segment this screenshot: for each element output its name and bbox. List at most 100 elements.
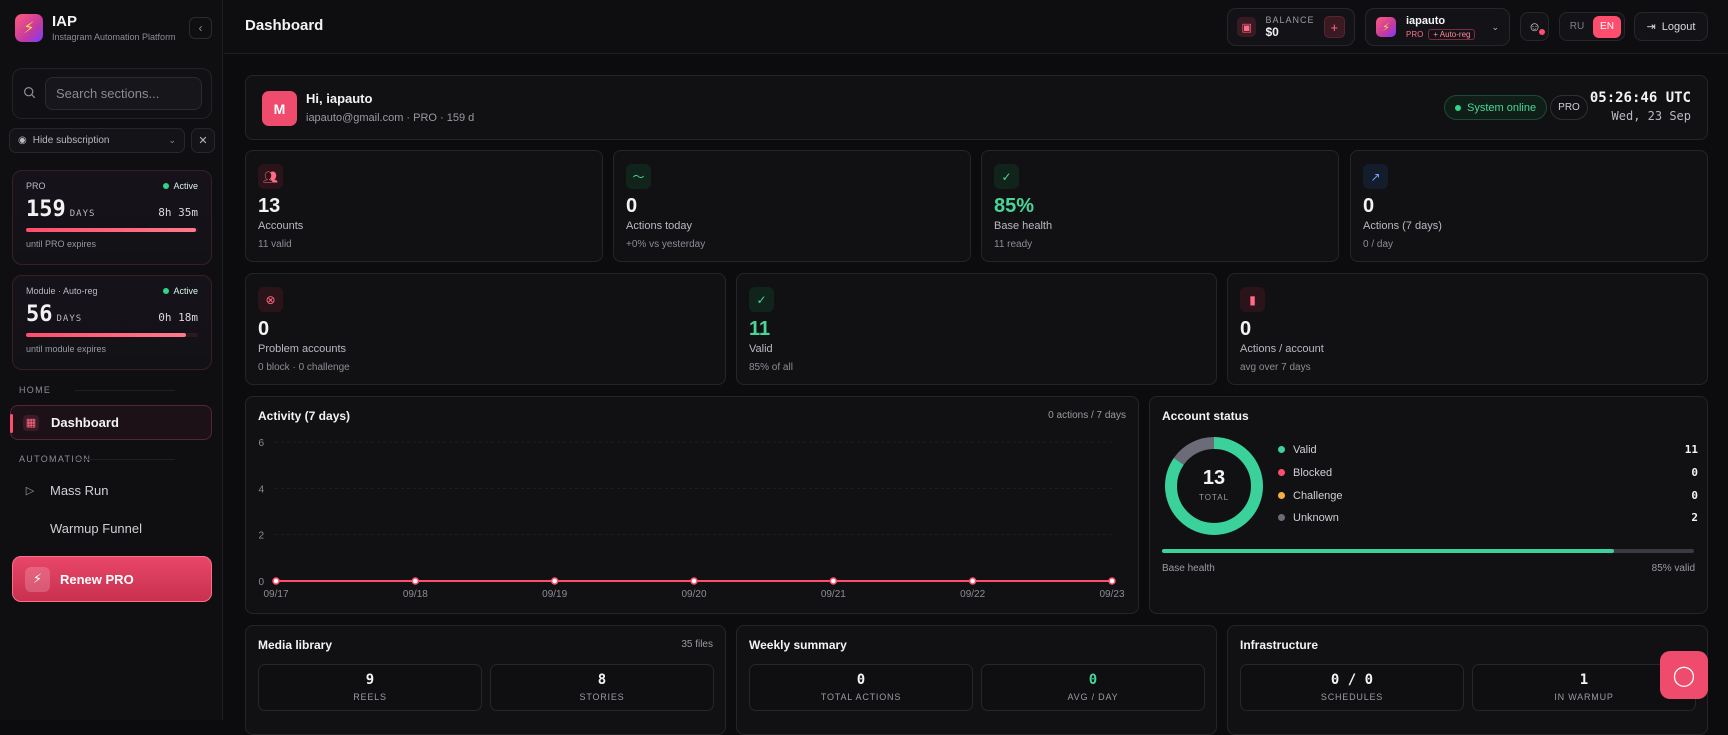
plan-badge: PRO bbox=[1550, 95, 1588, 120]
brand-title: IAP bbox=[52, 13, 78, 30]
health-bar bbox=[1162, 549, 1694, 553]
stat-sub: 0 / day bbox=[1363, 239, 1394, 250]
x-tick-label: 09/18 bbox=[403, 589, 428, 600]
stat-label: Actions (7 days) bbox=[1363, 220, 1442, 232]
x-tick-label: 09/23 bbox=[1099, 589, 1124, 600]
weekly-total-actions: 0 TOTAL ACTIONS bbox=[749, 664, 973, 711]
subscription-progress bbox=[26, 333, 198, 337]
weekly-avg-day: 0 AVG / DAY bbox=[981, 664, 1205, 711]
eye-icon: ◉ bbox=[18, 135, 27, 146]
renew-pro-button[interactable]: ⚡ Renew PRO bbox=[12, 556, 212, 602]
collapse-sidebar-button[interactable]: ‹ bbox=[189, 17, 212, 39]
stat-value: 0 bbox=[1240, 318, 1252, 340]
days-label: DAYS bbox=[56, 314, 83, 324]
stat-sub: 11 valid bbox=[258, 239, 292, 250]
lang-ru-button[interactable]: RU bbox=[1563, 16, 1591, 38]
x-circle-icon: ⊗ bbox=[258, 287, 283, 312]
panel-title: Account status bbox=[1162, 409, 1249, 423]
user-menu[interactable]: ⚡ iapauto PRO + Auto-reg ⌄ bbox=[1365, 8, 1510, 46]
data-point[interactable] bbox=[829, 577, 838, 585]
system-status-badge: System online bbox=[1444, 95, 1548, 120]
data-point[interactable] bbox=[968, 577, 977, 585]
users-icon: 👥︎ bbox=[258, 164, 283, 189]
lang-en-button[interactable]: EN bbox=[1593, 15, 1621, 38]
media-stories[interactable]: 8 STORIES bbox=[490, 664, 714, 711]
stat-value: 0 bbox=[258, 318, 270, 340]
activity-icon: 〜 bbox=[626, 164, 651, 189]
y-tick-label: 2 bbox=[258, 531, 264, 542]
x-tick-label: 09/19 bbox=[542, 589, 567, 600]
stat-sub: +0% vs yesterday bbox=[626, 239, 706, 250]
bar-chart-icon: ▮ bbox=[1240, 287, 1265, 312]
legend-valid: Valid 11 bbox=[1278, 443, 1698, 456]
flame-icon bbox=[22, 521, 38, 537]
data-point[interactable] bbox=[1108, 577, 1116, 585]
logout-button[interactable]: ⇥ Logout bbox=[1634, 12, 1708, 41]
subscription-progress bbox=[26, 228, 198, 232]
search-icon bbox=[24, 87, 36, 99]
sidebar-item-mass-run[interactable]: ▷ Mass Run bbox=[10, 473, 212, 508]
infra-schedules[interactable]: 0 / 0 SCHEDULES bbox=[1240, 664, 1464, 711]
weekly-summary-panel: Weekly summary 0 TOTAL ACTIONS 0 AVG / DAY bbox=[736, 625, 1217, 735]
stat-label: Valid bbox=[749, 343, 773, 355]
media-reels[interactable]: 9 REELS bbox=[258, 664, 482, 711]
top-up-button[interactable]: + bbox=[1323, 16, 1345, 38]
chevron-down-icon: ⌄ bbox=[168, 135, 176, 145]
x-tick-label: 09/20 bbox=[681, 589, 706, 600]
stat-accounts: 👥︎ 13 Accounts 11 valid bbox=[245, 150, 603, 262]
account-status-panel: Account status 13 TOTAL Valid 11 Blocked 0… bbox=[1149, 396, 1708, 614]
welcome-card: M Hi, iapauto iapauto@gmail.com · PRO · … bbox=[245, 75, 1708, 140]
panel-title: Media library bbox=[258, 638, 333, 652]
balance-value: $0 bbox=[1265, 25, 1279, 39]
stat-base-health: ✓ 85% Base health 11 ready bbox=[981, 150, 1339, 262]
search-input[interactable] bbox=[45, 77, 202, 110]
greeting: Hi, iapauto bbox=[306, 91, 373, 106]
panel-meta: 35 files bbox=[681, 639, 713, 650]
legend-blocked: Blocked 0 bbox=[1278, 466, 1698, 479]
sidebar-item-warmup-funnel[interactable]: Warmup Funnel bbox=[10, 511, 212, 546]
stat-sub: 0 block · 0 challenge bbox=[258, 362, 350, 373]
notification-dot bbox=[1539, 29, 1545, 35]
user-logo-icon: ⚡ bbox=[1376, 17, 1396, 37]
sidebar-item-label: Warmup Funnel bbox=[50, 521, 142, 536]
avatar: M bbox=[262, 91, 297, 126]
logout-label: Logout bbox=[1661, 20, 1696, 33]
hide-subscription-toggle[interactable]: ◉ Hide subscription ⌄ bbox=[9, 128, 185, 153]
stat-label: Actions today bbox=[626, 220, 693, 232]
clock: 05:26:46 UTC Wed, 23 Sep bbox=[1590, 90, 1691, 123]
section-search bbox=[12, 68, 212, 119]
panel-title: Infrastructure bbox=[1240, 638, 1319, 652]
support-chat-button[interactable]: ◯ bbox=[1660, 651, 1708, 699]
data-point[interactable] bbox=[272, 577, 280, 585]
data-point[interactable] bbox=[411, 577, 420, 585]
support-button[interactable]: ☺ bbox=[1520, 12, 1549, 41]
page-title: Dashboard bbox=[245, 17, 324, 34]
logout-icon: ⇥ bbox=[1646, 21, 1656, 33]
clock-date: Wed, 23 Sep bbox=[1611, 109, 1691, 123]
data-point[interactable] bbox=[550, 577, 559, 585]
subscription-card-pro: PRO Active 159 DAYS 8h 35m until PRO expir… bbox=[12, 170, 212, 265]
sidebar-item-label: Mass Run bbox=[50, 483, 109, 498]
tier-badge: PRO bbox=[1406, 29, 1424, 39]
days-label: DAYS bbox=[69, 209, 96, 219]
close-subscription-button[interactable]: ✕ bbox=[191, 128, 215, 153]
lightning-icon: ⚡ bbox=[25, 566, 50, 592]
donut-total-label: TOTAL bbox=[1198, 493, 1230, 502]
infrastructure-panel: Infrastructure 0 / 0 SCHEDULES 1 IN WARMUP bbox=[1227, 625, 1708, 735]
nav-section-home: HOME bbox=[19, 385, 176, 395]
y-tick-label: 6 bbox=[258, 438, 264, 449]
sidebar-item-dashboard[interactable]: ▦ Dashboard bbox=[10, 405, 212, 440]
play-icon: ▷ bbox=[25, 485, 35, 497]
days-remaining: 56 bbox=[26, 302, 53, 327]
days-remaining: 159 bbox=[26, 197, 66, 222]
stat-label: Problem accounts bbox=[258, 343, 347, 355]
brand-subtitle: Instagram Automation Platform bbox=[52, 32, 176, 42]
balance-label: BALANCE bbox=[1265, 15, 1315, 25]
balance-widget: ▣ BALANCE $0 + bbox=[1227, 8, 1355, 46]
stat-actions-per-account: ▮ 0 Actions / account avg over 7 days bbox=[1227, 273, 1708, 385]
x-tick-label: 09/22 bbox=[960, 589, 985, 600]
stat-valid: ✓ 11 Valid 85% of all bbox=[736, 273, 1217, 385]
media-library-panel: Media library 35 files 9 REELS 8 STORIES bbox=[245, 625, 726, 735]
brand[interactable]: ⚡ IAP Instagram Automation Platform bbox=[15, 13, 176, 42]
data-point[interactable] bbox=[690, 577, 698, 585]
